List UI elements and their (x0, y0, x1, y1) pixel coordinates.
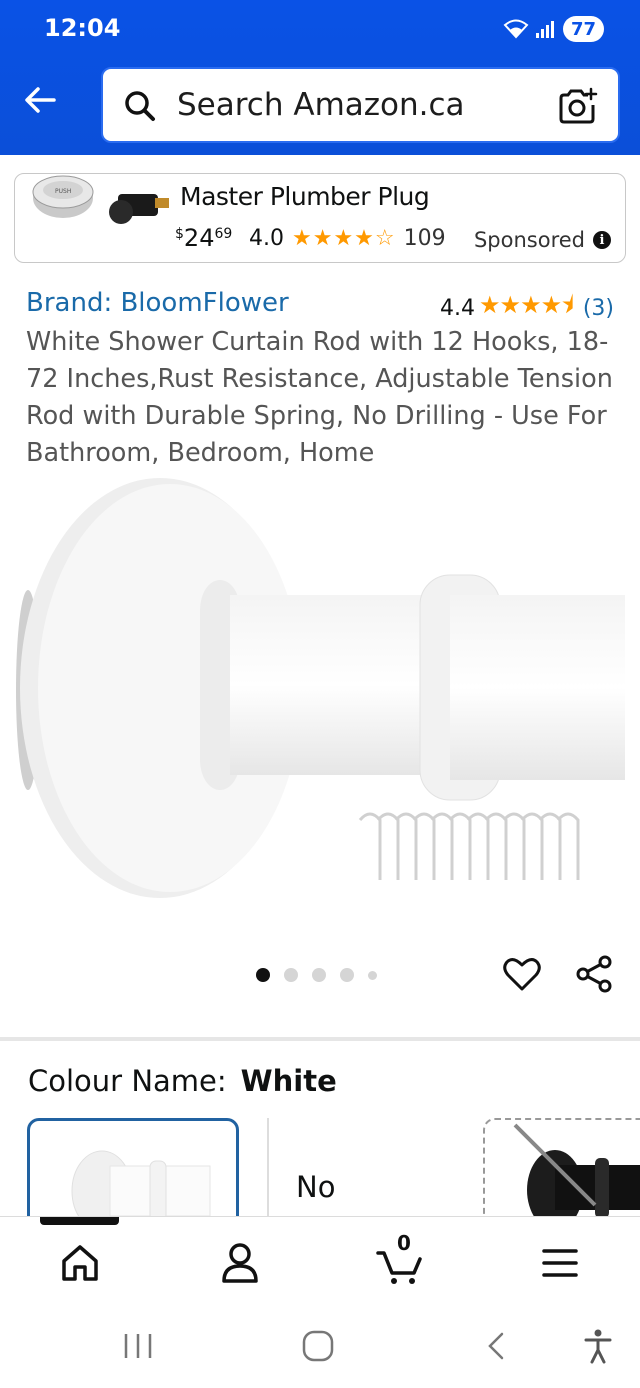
ad-star-rating-icon: ★★★★☆ (292, 226, 396, 251)
home-button-icon[interactable] (298, 1326, 338, 1366)
colour-selected-value: White (240, 1064, 337, 1098)
app-header: 12:04 77 Search Amazon.ca (0, 0, 640, 155)
colour-label-text: Colour Name: (28, 1064, 227, 1098)
status-icons: 77 (503, 16, 604, 42)
ad-review-count: 109 (403, 226, 446, 251)
menu-icon[interactable] (536, 1239, 584, 1287)
image-carousel-dots[interactable] (256, 968, 377, 982)
carousel-dot[interactable] (340, 968, 354, 982)
section-divider (0, 1037, 640, 1041)
product-image[interactable] (0, 470, 640, 910)
ad-product-image: PUSH (32, 175, 169, 224)
ad-price-currency: $ (175, 226, 184, 242)
search-placeholder: Search Amazon.ca (177, 87, 465, 123)
colour-name-label: Colour Name: White (28, 1064, 337, 1098)
battery-indicator: 77 (562, 16, 604, 42)
wifi-icon (503, 19, 529, 39)
system-navigation-bar (0, 1308, 640, 1388)
back-arrow-icon[interactable] (20, 80, 60, 120)
review-count[interactable]: (3) (583, 296, 614, 321)
sponsored-text: Sponsored (473, 228, 585, 252)
carousel-dot[interactable] (256, 968, 270, 982)
product-title: White Shower Curtain Rod with 12 Hooks, … (26, 327, 613, 468)
ad-price: $2469 (175, 224, 232, 252)
account-icon[interactable] (216, 1239, 264, 1287)
info-icon[interactable]: i (593, 231, 611, 249)
swatch-separator (267, 1118, 269, 1218)
product-rating[interactable]: 4.4 ★★★★⯨ (3) (440, 288, 614, 329)
ad-title[interactable]: Master Plumber Plug (180, 182, 430, 211)
ad-rating-value: 4.0 (249, 226, 284, 251)
colour-swatch-no[interactable]: No (296, 1170, 335, 1204)
bottom-navigation: 0 (0, 1216, 640, 1308)
share-icon[interactable] (574, 954, 614, 994)
signal-icon (535, 21, 554, 38)
hooks-illustration (358, 812, 580, 880)
accessibility-icon[interactable] (580, 1326, 616, 1366)
system-back-icon[interactable] (480, 1326, 512, 1366)
search-icon (125, 91, 155, 121)
sponsored-label[interactable]: Sponsored i (474, 228, 611, 252)
heart-icon[interactable] (502, 954, 542, 994)
ad-price-whole: 24 (183, 224, 215, 252)
cart-count: 0 (397, 1231, 411, 1255)
recent-apps-icon[interactable] (120, 1326, 156, 1366)
carousel-dot[interactable] (312, 968, 326, 982)
rating-value: 4.4 (440, 296, 476, 321)
carousel-dot[interactable] (284, 968, 298, 982)
active-tab-indicator (40, 1217, 119, 1225)
ad-rating: 4.0 ★★★★☆ 109 (249, 226, 446, 251)
brand-link[interactable]: Brand: BloomFlower (26, 288, 289, 318)
search-input[interactable]: Search Amazon.ca (101, 67, 620, 143)
star-rating-icon: ★★★★⯨ (479, 291, 574, 319)
ad-price-fraction: 69 (214, 226, 233, 242)
home-icon[interactable] (56, 1239, 104, 1287)
carousel-dot[interactable] (368, 970, 377, 980)
status-time: 12:04 (44, 14, 121, 42)
svg-text:PUSH: PUSH (55, 188, 71, 195)
sponsored-ad-banner[interactable]: PUSH Master Plumber Plug $2469 4.0 ★★★★☆… (14, 173, 626, 263)
camera-lens-icon[interactable] (558, 87, 598, 127)
